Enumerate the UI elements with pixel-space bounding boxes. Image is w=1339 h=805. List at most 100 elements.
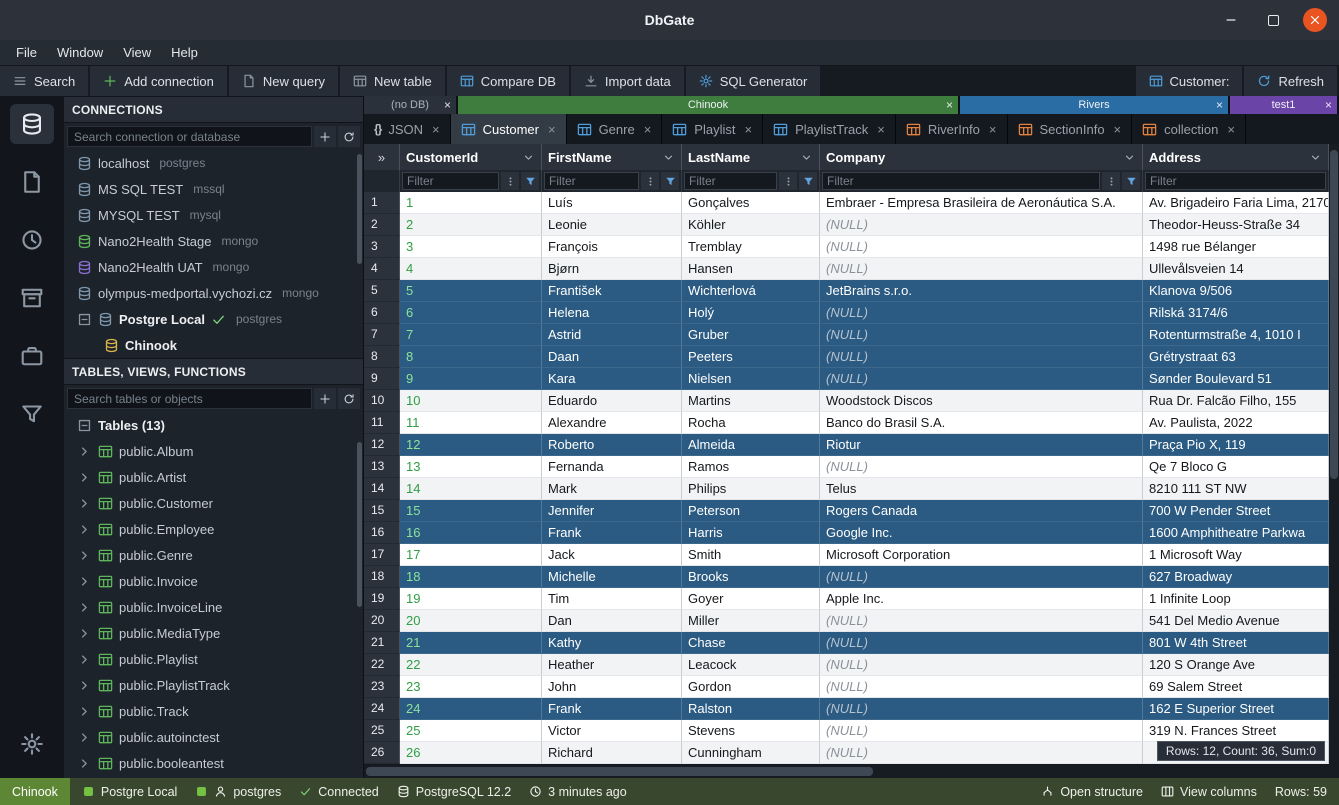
sidebar-archive-button[interactable]	[10, 278, 54, 318]
connection-item-olympus-medportal-vychozi-cz[interactable]: olympus-medportal.vychozi.czmongo	[64, 280, 363, 306]
table-item-public-customer[interactable]: public.Customer	[64, 490, 363, 516]
column-header-company[interactable]: Company	[820, 144, 1143, 170]
cell-lastname[interactable]: Hansen	[682, 258, 820, 280]
sidebar-settings-button[interactable]	[10, 724, 54, 764]
cell-lastname[interactable]: Harris	[682, 522, 820, 544]
cell-lastname[interactable]: Ralston	[682, 698, 820, 720]
cell-company[interactable]: Riotur	[820, 434, 1143, 456]
cell-lastname[interactable]: Philips	[682, 478, 820, 500]
cell-customerid[interactable]: 7	[400, 324, 542, 346]
cell-company[interactable]: (NULL)	[820, 698, 1143, 720]
connection-item-nano2health-uat[interactable]: Nano2Health UATmongo	[64, 254, 363, 280]
cell-firstname[interactable]: Daan	[542, 346, 682, 368]
cell-address[interactable]: Theodor-Heuss-Straße 34	[1143, 214, 1329, 236]
column-header-lastname[interactable]: LastName	[682, 144, 820, 170]
grid-hscroll-thumb[interactable]	[366, 767, 873, 776]
cell-firstname[interactable]: František	[542, 280, 682, 302]
cell-company[interactable]: JetBrains s.r.o.	[820, 280, 1143, 302]
cell-lastname[interactable]: Gonçalves	[682, 192, 820, 214]
row-number[interactable]: 4	[364, 258, 400, 280]
cell-company[interactable]: (NULL)	[820, 302, 1143, 324]
cell-lastname[interactable]: Miller	[682, 610, 820, 632]
filter-menu-button[interactable]	[641, 172, 659, 190]
cell-company[interactable]: Apple Inc.	[820, 588, 1143, 610]
status-database-segment[interactable]: Chinook	[0, 778, 70, 805]
status-view-columns[interactable]: View columns	[1161, 785, 1257, 799]
menu-view[interactable]: View	[113, 40, 161, 65]
row-number[interactable]: 5	[364, 280, 400, 302]
cell-customerid[interactable]: 5	[400, 280, 542, 302]
connection-item-mysql-test[interactable]: MYSQL TESTmysql	[64, 202, 363, 228]
menu-file[interactable]: File	[6, 40, 47, 65]
cell-lastname[interactable]: Stevens	[682, 720, 820, 742]
close-icon[interactable]: ×	[1114, 122, 1122, 137]
cell-firstname[interactable]: Leonie	[542, 214, 682, 236]
cell-address[interactable]: 1 Infinite Loop	[1143, 588, 1329, 610]
cell-lastname[interactable]: Peeters	[682, 346, 820, 368]
tables-group[interactable]: Tables (13)	[64, 412, 363, 438]
cell-address[interactable]: Rotenturmstraße 4, 1010 I	[1143, 324, 1329, 346]
cell-customerid[interactable]: 24	[400, 698, 542, 720]
tab-playlist[interactable]: Playlist×	[662, 114, 763, 144]
toolbar-add-connection-button[interactable]: Add connection	[90, 66, 227, 96]
cell-company[interactable]: Google Inc.	[820, 522, 1143, 544]
close-icon[interactable]: ×	[644, 122, 652, 137]
row-number[interactable]: 18	[364, 566, 400, 588]
cell-customerid[interactable]: 8	[400, 346, 542, 368]
row-number[interactable]: 9	[364, 368, 400, 390]
cell-lastname[interactable]: Gordon	[682, 676, 820, 698]
refresh-tables-button[interactable]	[338, 388, 360, 409]
cell-company[interactable]: Woodstock Discos	[820, 390, 1143, 412]
row-number[interactable]: 20	[364, 610, 400, 632]
cell-firstname[interactable]: Eduardo	[542, 390, 682, 412]
sidebar-filters-button[interactable]	[10, 394, 54, 434]
filter-funnel-button[interactable]	[521, 172, 539, 190]
cell-company[interactable]: (NULL)	[820, 346, 1143, 368]
cell-company[interactable]: (NULL)	[820, 214, 1143, 236]
cell-lastname[interactable]: Peterson	[682, 500, 820, 522]
close-icon[interactable]: ×	[1216, 99, 1223, 111]
filter-funnel-button[interactable]	[1122, 172, 1140, 190]
cell-customerid[interactable]: 3	[400, 236, 542, 258]
table-item-public-invoiceline[interactable]: public.InvoiceLine	[64, 594, 363, 620]
cell-address[interactable]: Av. Paulista, 2022	[1143, 412, 1329, 434]
cell-customerid[interactable]: 4	[400, 258, 542, 280]
cell-company[interactable]: (NULL)	[820, 676, 1143, 698]
cell-customerid[interactable]: 25	[400, 720, 542, 742]
cell-firstname[interactable]: Helena	[542, 302, 682, 324]
cell-company[interactable]: Banco do Brasil S.A.	[820, 412, 1143, 434]
row-number[interactable]: 7	[364, 324, 400, 346]
cell-address[interactable]: 1 Microsoft Way	[1143, 544, 1329, 566]
cell-lastname[interactable]: Gruber	[682, 324, 820, 346]
connections-search-input[interactable]	[67, 126, 312, 147]
cell-address[interactable]: 162 E Superior Street	[1143, 698, 1329, 720]
tab-collection[interactable]: collection×	[1132, 114, 1246, 144]
cell-customerid[interactable]: 13	[400, 456, 542, 478]
cell-customerid[interactable]: 2	[400, 214, 542, 236]
cell-lastname[interactable]: Ramos	[682, 456, 820, 478]
cell-address[interactable]: Ullevålsveien 14	[1143, 258, 1329, 280]
cell-company[interactable]: Embraer - Empresa Brasileira de Aeronáut…	[820, 192, 1143, 214]
cell-address[interactable]: Rilská 3174/6	[1143, 302, 1329, 324]
cell-firstname[interactable]: Jack	[542, 544, 682, 566]
tables-scrollbar[interactable]	[357, 442, 362, 607]
cell-lastname[interactable]: Smith	[682, 544, 820, 566]
connections-scrollbar[interactable]	[357, 154, 362, 264]
cell-firstname[interactable]: Kara	[542, 368, 682, 390]
cell-address[interactable]: 801 W 4th Street	[1143, 632, 1329, 654]
table-item-public-autoinctest[interactable]: public.autoinctest	[64, 724, 363, 750]
cell-firstname[interactable]: Mark	[542, 478, 682, 500]
cell-company[interactable]: (NULL)	[820, 632, 1143, 654]
cell-lastname[interactable]: Holý	[682, 302, 820, 324]
grid-horizontal-scrollbar[interactable]	[364, 765, 1339, 778]
status-postgres[interactable]: postgres	[195, 785, 281, 799]
filter-funnel-button[interactable]	[661, 172, 679, 190]
table-item-public-mediatype[interactable]: public.MediaType	[64, 620, 363, 646]
table-item-public-playlist[interactable]: public.Playlist	[64, 646, 363, 672]
cell-address[interactable]: Sønder Boulevard 51	[1143, 368, 1329, 390]
row-number[interactable]: 2	[364, 214, 400, 236]
filter-input-customerid[interactable]	[402, 172, 499, 190]
cell-company[interactable]: Microsoft Corporation	[820, 544, 1143, 566]
cell-customerid[interactable]: 14	[400, 478, 542, 500]
expand-columns-button[interactable]: »	[364, 144, 400, 170]
